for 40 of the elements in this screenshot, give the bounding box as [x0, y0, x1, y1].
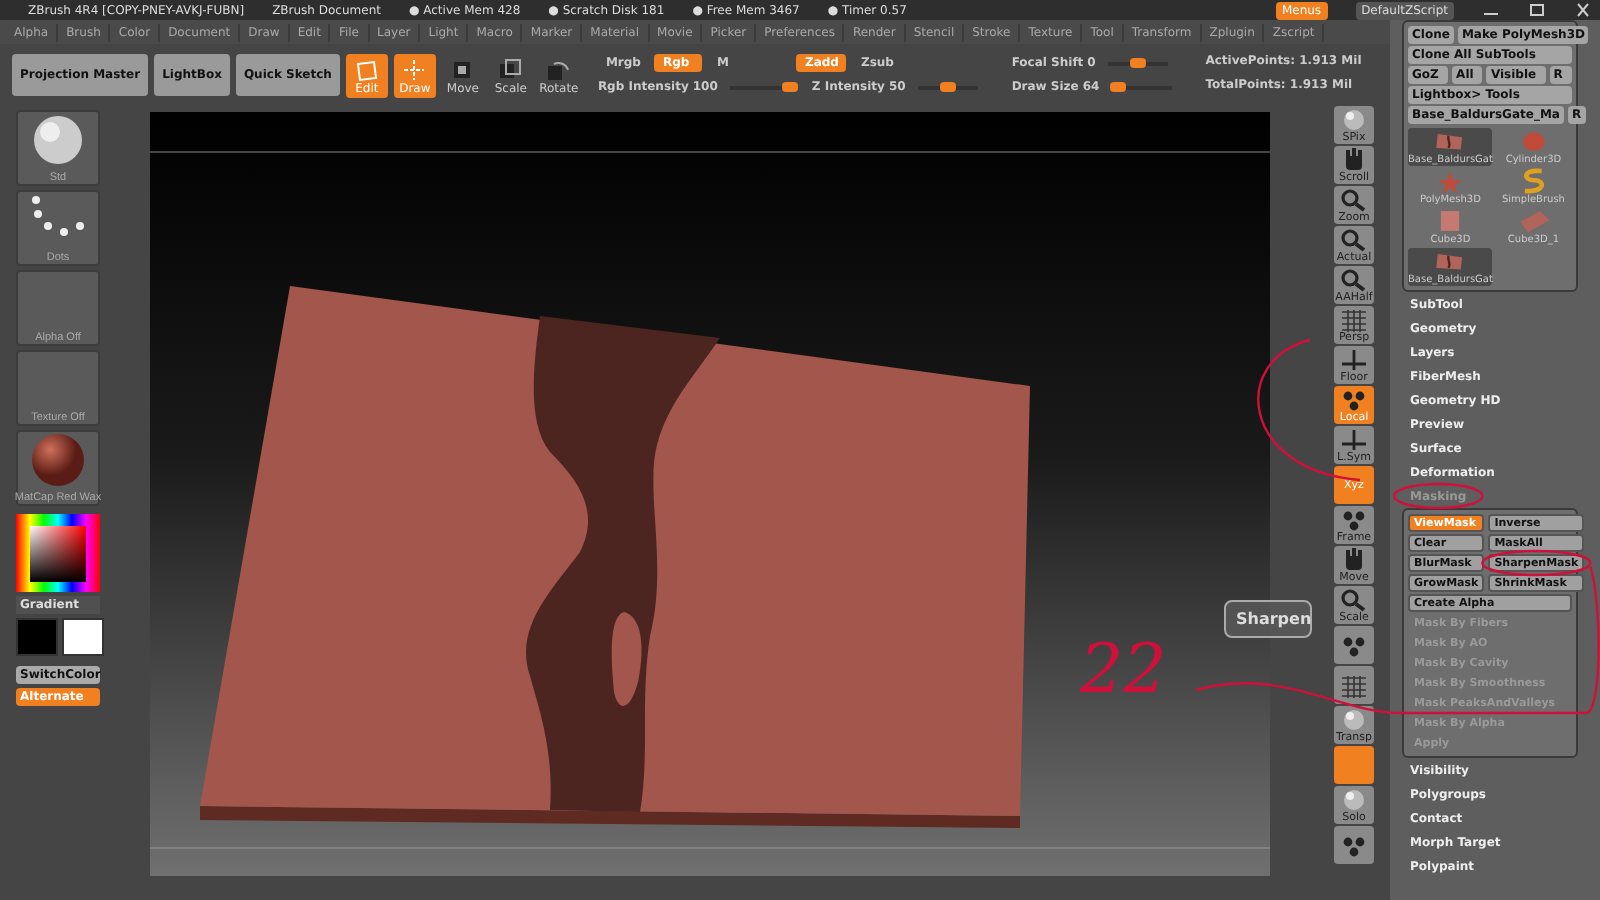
handwritten-number: 22 [1080, 636, 1167, 704]
sphere-icon [1340, 107, 1368, 131]
magnifier-icon [1340, 587, 1368, 611]
grid-icon [1340, 673, 1368, 697]
slider-thumb[interactable] [781, 81, 798, 91]
dots-icon [1340, 507, 1368, 531]
dots-icon [1340, 833, 1368, 857]
slider-thumb[interactable] [1129, 57, 1146, 67]
shelf-button[interactable] [1334, 826, 1374, 864]
scale-icon [498, 57, 523, 81]
magnifier-icon [1340, 267, 1368, 291]
draw-icon [402, 57, 427, 81]
grid-icon [1340, 307, 1368, 331]
color-swatch[interactable] [16, 618, 58, 656]
color-swatch[interactable] [62, 618, 104, 656]
edit-icon [354, 57, 379, 81]
slider-thumb[interactable] [939, 81, 956, 91]
sphere-icon [28, 112, 88, 170]
maximize-icon[interactable] [1528, 2, 1546, 18]
tooltip: Sharpen [1224, 600, 1312, 638]
close-icon[interactable] [1574, 2, 1592, 18]
shelf-button[interactable] [1334, 626, 1374, 664]
hand-drawn-ellipse [1392, 482, 1484, 510]
magnifier-icon [1340, 227, 1368, 251]
dots-icon [1340, 633, 1368, 657]
magnifier-icon [1340, 187, 1368, 211]
sphere-icon [1340, 787, 1368, 811]
rotate-icon [546, 57, 571, 81]
sphere-icon [1340, 707, 1368, 731]
slider-thumb[interactable] [1109, 81, 1126, 91]
axes-icon [1340, 347, 1368, 371]
shelf-button[interactable] [1334, 666, 1374, 704]
sphere-icon [28, 432, 88, 490]
dots-icon [1340, 387, 1368, 411]
color-picker[interactable] [16, 514, 100, 592]
hand-icon [1340, 147, 1368, 171]
hand-icon [1340, 547, 1368, 571]
hand-drawn-ellipse [1481, 549, 1592, 577]
move-icon [450, 57, 475, 81]
axes-icon [1340, 427, 1368, 451]
